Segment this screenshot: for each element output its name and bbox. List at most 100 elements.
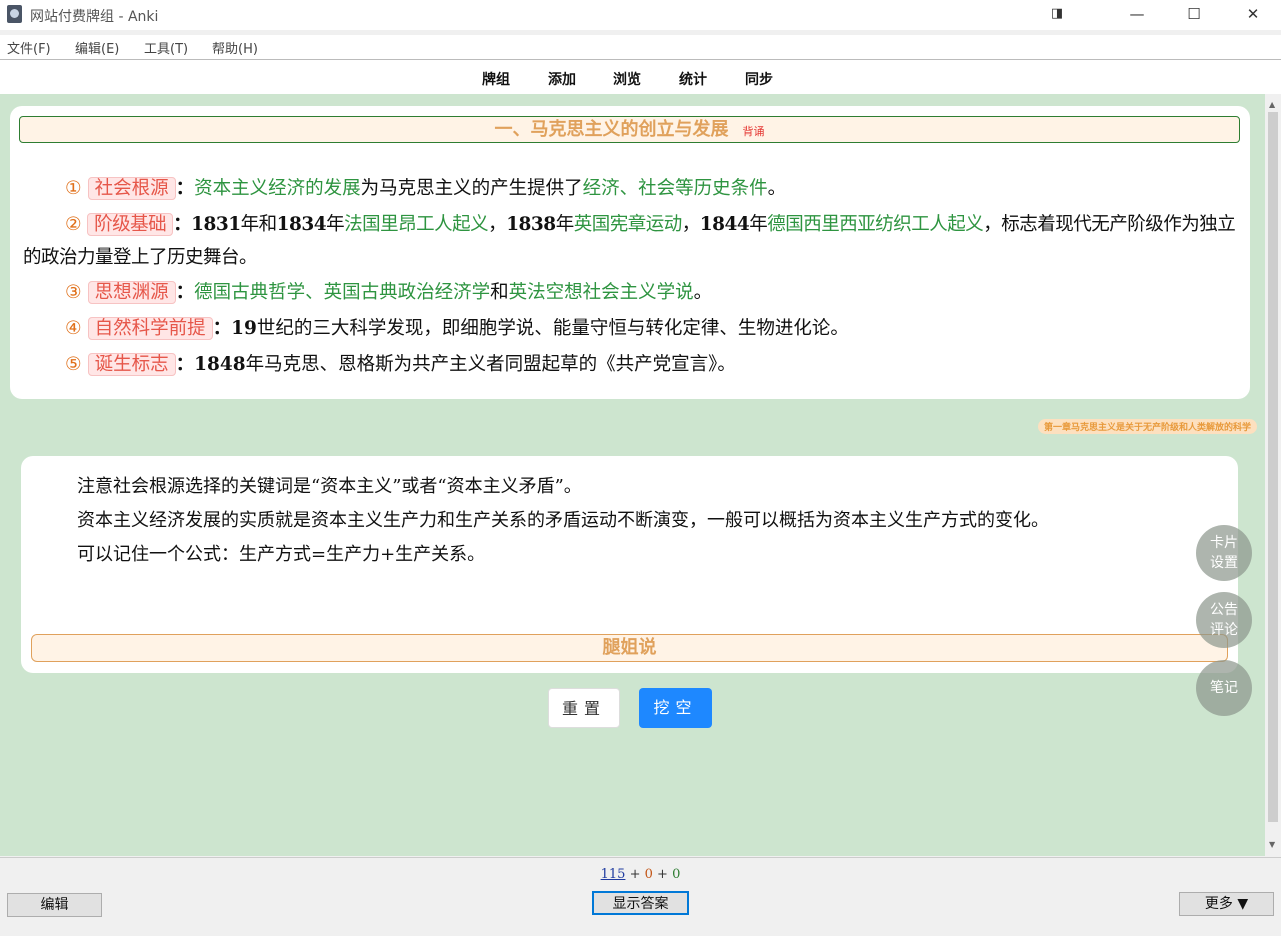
point-text: 19 — [231, 318, 257, 339]
notes-button[interactable]: 笔记 — [1196, 660, 1252, 716]
point-tag: 诞生标志 — [87, 353, 176, 376]
reset-button[interactable]: 重置 — [548, 688, 620, 728]
point-number: ④ — [65, 318, 82, 339]
back-comment-header[interactable]: 腿姐说 — [31, 634, 1228, 662]
show-answer-button[interactable]: 显示答案 — [592, 891, 689, 915]
point-separator: ： — [175, 354, 195, 375]
vertical-scrollbar[interactable]: ▲ ▼ — [1265, 94, 1281, 856]
section-tag: 背诵 — [742, 125, 765, 138]
new-count[interactable]: 115 — [601, 867, 626, 882]
point-text: 法国里昂工人起义 — [344, 214, 489, 235]
more-button[interactable]: 更多 ▼ — [1179, 892, 1274, 916]
menu-file[interactable]: 文件(F) — [7, 38, 51, 57]
reviewer-area: 一、马克思主义的创立与发展 背诵 ① 社会根源 ：资本主义经济的发展为马克思主义的产生… — [0, 94, 1265, 856]
fab-label: 公告 — [1210, 602, 1238, 618]
point-text: 1831 — [191, 214, 241, 235]
point-text: ， — [681, 214, 701, 235]
point-text: 为马克思主义的产生提供了 — [360, 178, 583, 199]
point-separator: ： — [173, 214, 192, 235]
point-separator: ： — [175, 282, 195, 303]
point-text: ， — [488, 214, 507, 235]
cloze-button[interactable]: 挖空 — [639, 688, 712, 728]
back-paragraph: 可以记住一个公式：生产方式=生产力+生产关系。 — [77, 544, 486, 565]
toolbar-stats[interactable]: 统计 — [679, 69, 707, 89]
due-counts: 115 + 0 + 0 — [0, 867, 1281, 882]
menu-tools[interactable]: 工具(T) — [144, 38, 188, 57]
point-text: 年 — [749, 214, 768, 235]
menu-edit[interactable]: 编辑(E) — [75, 38, 119, 57]
maximize-icon[interactable]: ☐ — [1171, 0, 1217, 30]
section-title-box: 一、马克思主义的创立与发展 背诵 — [19, 116, 1240, 143]
minimize-icon[interactable]: — — [1114, 0, 1160, 30]
card-settings-button[interactable]: 卡片 设置 — [1196, 525, 1252, 581]
point-text: 1844 — [699, 214, 750, 235]
fab-label: 评论 — [1210, 622, 1238, 638]
point-text: 经济、社会等历史条件 — [582, 178, 768, 199]
point-text: 年马克思、恩格斯为共产主义者同盟起草的《共产党宣言》。 — [245, 354, 736, 375]
point-item: ④ 自然科学前提 ：19世纪的三大科学发现，即细胞学说、能量守恒与转化定律、生物进化… — [23, 312, 1241, 346]
back-text: 注意社会根源选择的关键词是“资本主义”或者“资本主义矛盾”。 资本主义经济发展的… — [33, 470, 1223, 572]
point-item: ① 社会根源 ：资本主义经济的发展为马克思主义的产生提供了经济、社会等历史条件。 — [23, 172, 1241, 206]
point-text: 年和 — [240, 214, 278, 235]
title-bar: 网站付费牌组 - Anki ◨ — ☐ ✕ — [0, 0, 1281, 30]
toolbar-decks[interactable]: 牌组 — [482, 69, 510, 89]
main-toolbar: 牌组 添加 浏览 统计 同步 — [0, 59, 1281, 94]
fab-label: 设置 — [1210, 555, 1238, 571]
menu-help[interactable]: 帮助(H) — [212, 38, 258, 57]
point-separator: ： — [175, 178, 195, 199]
point-text: 。 — [767, 178, 787, 199]
close-icon[interactable]: ✕ — [1230, 0, 1276, 30]
point-text: 和 — [490, 282, 509, 303]
point-tag: 社会根源 — [87, 177, 176, 200]
point-text: 德国西里西亚纺织工人起义 — [767, 214, 984, 235]
point-text: 英国宪章运动 — [573, 214, 683, 235]
scroll-down-icon[interactable]: ▼ — [1269, 840, 1275, 849]
point-item: ② 阶级基础 ：1831年和1834年法国里昂工人起义，1838年英国宪章运动，18… — [23, 208, 1241, 274]
point-text: 英法空想社会主义学说 — [508, 282, 694, 303]
point-separator: ： — [212, 318, 232, 339]
point-tag: 自然科学前提 — [87, 317, 213, 340]
scroll-thumb[interactable] — [1268, 112, 1278, 822]
point-tag: 思想渊源 — [87, 281, 176, 304]
announcement-comments-button[interactable]: 公告 评论 — [1196, 592, 1252, 648]
bottom-bar: 115 + 0 + 0 编辑 显示答案 更多 ▼ — [0, 857, 1281, 936]
back-paragraph: 注意社会根源选择的关键词是“资本主义”或者“资本主义矛盾”。 — [77, 476, 582, 497]
count-separator: + — [629, 867, 641, 882]
point-text: 世纪的三大科学发现，即细胞学说、能量守恒与转化定律、生物进化论。 — [256, 318, 849, 339]
edit-button[interactable]: 编辑 — [7, 893, 102, 917]
points-list: ① 社会根源 ：资本主义经济的发展为马克思主义的产生提供了经济、社会等历史条件。 ② 阶… — [23, 172, 1241, 384]
toolbar-browse[interactable]: 浏览 — [613, 69, 641, 89]
toolbar-sync[interactable]: 同步 — [745, 69, 773, 89]
point-number: ① — [65, 178, 82, 199]
learn-count: 0 — [644, 867, 653, 882]
point-number: ② — [65, 214, 82, 235]
window-title: 网站付费牌组 - Anki — [30, 9, 159, 25]
point-text: 1838 — [506, 214, 556, 235]
point-text: 。 — [693, 282, 713, 303]
card-back: 注意社会根源选择的关键词是“资本主义”或者“资本主义矛盾”。 资本主义经济发展的… — [21, 456, 1238, 673]
point-text: 1848 — [194, 354, 246, 375]
fab-label: 卡片 — [1210, 535, 1238, 551]
menu-bar: 文件(F) 编辑(E) 工具(T) 帮助(H) — [0, 35, 1281, 59]
restore-view-icon[interactable]: ◨ — [1034, 0, 1080, 30]
back-paragraph: 资本主义经济发展的实质就是资本主义生产力和生产关系的矛盾运动不断演变，一般可以概… — [77, 510, 1049, 531]
point-text: 年 — [326, 214, 345, 235]
point-text: 年 — [555, 214, 575, 235]
point-text: 1834 — [276, 214, 327, 235]
toolbar-add[interactable]: 添加 — [548, 69, 576, 89]
point-text: 资本主义经济的发展 — [194, 178, 361, 199]
anki-app-icon — [7, 5, 22, 23]
point-text: 德国古典哲学、英国古典政治经济学 — [194, 282, 491, 303]
scroll-up-icon[interactable]: ▲ — [1269, 100, 1275, 109]
point-item: ⑤ 诞生标志 ：1848年马克思、恩格斯为共产主义者同盟起草的《共产党宣言》。 — [23, 348, 1241, 382]
count-separator: + — [657, 867, 668, 882]
fab-label: 笔记 — [1210, 680, 1238, 696]
point-item: ③ 思想渊源 ：德国古典哲学、英国古典政治经济学和英法空想社会主义学说。 — [23, 276, 1241, 310]
section-title: 一、马克思主义的创立与发展 — [494, 119, 729, 140]
chapter-badge: 第一章马克思主义是关于无产阶级和人类解放的科学 — [1037, 419, 1257, 434]
review-count: 0 — [672, 867, 681, 882]
point-number: ③ — [65, 282, 82, 303]
point-tag: 阶级基础 — [87, 213, 174, 236]
point-number: ⑤ — [65, 354, 82, 375]
card-front: 一、马克思主义的创立与发展 背诵 ① 社会根源 ：资本主义经济的发展为马克思主义的产生… — [10, 106, 1250, 399]
